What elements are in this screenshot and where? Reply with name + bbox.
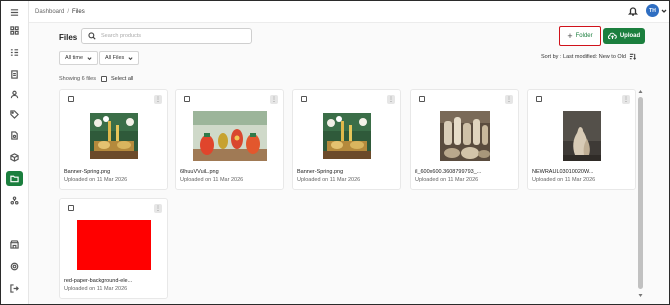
avatar[interactable]: TH [646, 4, 659, 17]
new-folder-button[interactable]: + Folder [559, 26, 601, 46]
file-name: 6lhuuVVuiL.png [180, 169, 219, 175]
file-upload-date: Uploaded on 11 Mar 2026 [532, 177, 596, 183]
file-name: Banner-Spring.png [64, 169, 111, 175]
more-options-icon[interactable]: ⋮ [505, 95, 513, 104]
file-type-filter-label: All Files [105, 55, 125, 61]
search-box[interactable] [81, 28, 252, 44]
breadcrumb-current: Files [72, 9, 85, 15]
file-settings-icon[interactable] [8, 129, 21, 142]
file-name: Banner-Spring.png [297, 169, 344, 175]
file-upload-date: Uploaded on 11 Mar 2026 [415, 177, 479, 183]
breadcrumb-dashboard[interactable]: Dashboard [35, 9, 64, 15]
more-options-icon[interactable]: ⋮ [270, 95, 278, 104]
time-filter-dropdown[interactable]: All time [59, 51, 99, 65]
chevron-down-icon[interactable] [661, 8, 667, 14]
more-options-icon[interactable]: ⋮ [154, 95, 162, 104]
menu-icon[interactable] [8, 6, 21, 19]
file-thumbnail [60, 216, 167, 274]
file-thumbnail [293, 107, 400, 165]
package-icon[interactable] [8, 151, 21, 164]
more-options-icon[interactable]: ⋮ [154, 204, 162, 213]
file-checkbox[interactable] [536, 96, 542, 102]
file-count: Showing 6 files [59, 76, 96, 82]
file-checkbox[interactable] [68, 96, 74, 102]
file-card[interactable]: ⋮ 6lhuuVVuiL.png Uploaded on 11 Mar 2026 [175, 89, 284, 190]
file-upload-date: Uploaded on 11 Mar 2026 [64, 177, 128, 183]
file-upload-date: Uploaded on 11 Mar 2026 [297, 177, 361, 183]
file-thumbnail [411, 107, 518, 165]
sidebar [1, 1, 29, 304]
file-count-row: Showing 6 files Select all [59, 76, 133, 82]
breadcrumb: Dashboard / Files [35, 9, 85, 15]
sort-icon [629, 53, 636, 60]
network-icon[interactable] [8, 194, 21, 207]
settings-icon[interactable] [8, 260, 21, 273]
upload-label: Upload [619, 33, 641, 39]
search-icon [88, 32, 96, 40]
app-window: Dashboard/Files TH Files + Folder Upload… [0, 0, 670, 305]
logout-icon[interactable] [8, 282, 21, 295]
plus-icon: + [567, 30, 573, 41]
store-icon[interactable] [8, 238, 21, 251]
list-icon[interactable] [8, 46, 21, 59]
scroll-up-arrow-icon[interactable] [638, 89, 643, 94]
folder-icon[interactable] [6, 171, 23, 186]
tags-icon[interactable] [8, 108, 21, 121]
new-folder-label: Folder [575, 33, 593, 39]
more-options-icon[interactable]: ⋮ [387, 95, 395, 104]
document-icon[interactable] [8, 68, 21, 81]
file-card[interactable]: ⋮ red-paper-background-ele... Uploaded o… [59, 198, 168, 299]
file-upload-date: Uploaded on 11 Mar 2026 [64, 286, 128, 292]
top-bar: Dashboard / Files TH [29, 1, 669, 23]
sort-control[interactable]: Sort by : Last modified: New to Old [541, 53, 636, 60]
chevron-down-icon [128, 56, 133, 60]
select-all-checkbox[interactable] [101, 76, 107, 82]
scrollbar[interactable] [638, 89, 643, 299]
time-filter-label: All time [65, 55, 84, 61]
page-title: Files [59, 33, 78, 42]
file-card[interactable]: ⋮ Banner-Spring.png Uploaded on 11 Mar 2… [59, 89, 168, 190]
file-card[interactable]: ⋮ Banner-Spring.png Uploaded on 11 Mar 2… [292, 89, 401, 190]
file-checkbox[interactable] [419, 96, 425, 102]
main-content: Files + Folder Upload All time All Files… [29, 23, 669, 304]
scroll-down-arrow-icon[interactable] [638, 293, 643, 298]
file-card[interactable]: ⋮ il_600x600.3608799793_... Uploaded on … [410, 89, 519, 190]
upload-button[interactable]: Upload [603, 28, 645, 44]
file-card[interactable]: ⋮ NEWRAUL03010020W... Uploaded on 11 Mar… [527, 89, 636, 190]
more-options-icon[interactable]: ⋮ [622, 95, 630, 104]
file-checkbox[interactable] [301, 96, 307, 102]
search-input[interactable] [101, 33, 241, 39]
file-name: NEWRAUL03010020W... [532, 169, 594, 175]
chevron-down-icon [87, 56, 92, 60]
breadcrumb-separator: / [67, 9, 70, 15]
file-checkbox[interactable] [68, 205, 74, 211]
file-thumbnail [176, 107, 283, 165]
sort-label: Sort by : Last modified: New to Old [541, 53, 626, 60]
file-name: il_600x600.3608799793_... [415, 169, 482, 175]
dashboard-icon[interactable] [8, 24, 21, 37]
cloud-upload-icon [607, 32, 617, 40]
file-thumbnail [60, 107, 167, 165]
file-checkbox[interactable] [184, 96, 190, 102]
bell-icon[interactable] [627, 6, 640, 18]
scrollbar-thumb[interactable] [638, 97, 643, 289]
file-name: red-paper-background-ele... [64, 278, 133, 284]
user-icon[interactable] [8, 88, 21, 101]
file-thumbnail [528, 107, 635, 165]
select-all-label[interactable]: Select all [111, 76, 133, 82]
file-type-filter-dropdown[interactable]: All Files [99, 51, 140, 65]
file-upload-date: Uploaded on 11 Mar 2026 [180, 177, 244, 183]
